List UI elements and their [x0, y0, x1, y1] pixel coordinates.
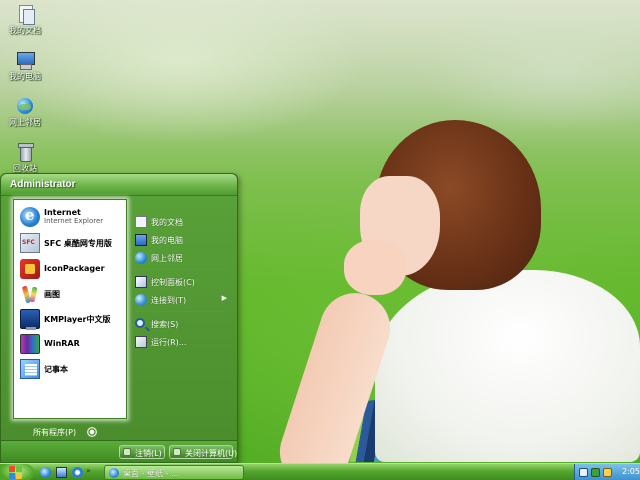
start-menu-footer: 注销(L) 关闭计算机(U): [1, 440, 237, 462]
quicklaunch-media-player-icon[interactable]: [72, 467, 83, 478]
place-run[interactable]: 运行(R)...: [131, 334, 231, 350]
winrar-icon: [20, 334, 40, 354]
user-name: Administrator: [10, 179, 76, 190]
taskbar: » 桌面 - 壁纸 - ... 2:05: [0, 463, 640, 480]
start-button[interactable]: [0, 464, 34, 480]
place-network[interactable]: 网上邻居: [131, 250, 231, 266]
quicklaunch-ie-icon[interactable]: [40, 467, 51, 478]
tray-safety-icon[interactable]: [591, 468, 600, 477]
control-panel-icon: [135, 276, 147, 288]
internet-explorer-icon: [20, 206, 40, 227]
sfc-icon: [20, 233, 40, 253]
all-programs-button[interactable]: 所有程序(P): [31, 425, 111, 439]
windows-logo-icon: [9, 466, 23, 479]
my-computer-icon: [15, 50, 35, 70]
connect-icon: [135, 294, 147, 306]
system-tray: 2:05: [574, 464, 640, 480]
iconpackager-icon: [20, 259, 40, 279]
place-connect-to[interactable]: 连接到(T) ▶: [131, 292, 231, 308]
quicklaunch-chevron-icon[interactable]: »: [86, 466, 91, 475]
desktop-icon-my-computer[interactable]: 我的电脑: [4, 50, 46, 82]
program-iconpackager[interactable]: IconPackager: [18, 258, 126, 280]
recycle-bin-icon: [15, 142, 35, 162]
quicklaunch-show-desktop-icon[interactable]: [56, 467, 67, 478]
desktop-icon-recycle-bin[interactable]: 回收站: [4, 142, 46, 174]
place-my-computer[interactable]: 我的电脑: [131, 232, 231, 248]
window-ie-icon: [109, 468, 119, 478]
menu-separator: [135, 311, 227, 312]
wallpaper-photo: [270, 110, 640, 480]
kmplayer-icon: [20, 309, 40, 330]
place-my-documents[interactable]: 我的文档: [131, 214, 231, 230]
run-icon: [135, 336, 147, 348]
network-places-icon: [15, 96, 35, 116]
network-icon: [135, 252, 147, 264]
wallpaper-blouse: [375, 270, 640, 462]
program-kmplayer[interactable]: KMPlayer中文版: [18, 308, 126, 330]
start-menu-header: Administrator: [1, 174, 237, 196]
computer-icon: [135, 234, 147, 246]
program-paint[interactable]: 画图: [18, 283, 126, 305]
menu-separator: [135, 269, 227, 270]
my-documents-icon: [15, 4, 35, 25]
taskbar-window-button[interactable]: 桌面 - 壁纸 - ...: [104, 465, 244, 480]
shutdown-button[interactable]: 关闭计算机(U): [169, 445, 237, 459]
start-menu: Administrator Internet Internet Explorer…: [0, 173, 238, 463]
place-search[interactable]: 搜索(S): [131, 316, 231, 332]
place-control-panel[interactable]: 控制面板(C): [131, 274, 231, 290]
desktop-icon-my-documents[interactable]: 我的文档: [4, 4, 46, 36]
program-winrar[interactable]: WinRAR: [18, 333, 126, 355]
clock[interactable]: 2:05: [622, 467, 640, 476]
tray-network-icon[interactable]: [579, 468, 588, 477]
power-icon: [173, 448, 181, 456]
search-icon: [135, 318, 145, 328]
desktop-icon-network-places[interactable]: 网上邻居: [4, 96, 46, 128]
wallpaper-hand: [344, 240, 406, 295]
logoff-button[interactable]: 注销(L): [119, 445, 165, 459]
paint-icon: [20, 284, 40, 304]
tray-volume-icon[interactable]: [603, 468, 612, 477]
logoff-icon: [123, 448, 131, 456]
program-internet-explorer[interactable]: Internet Internet Explorer: [18, 206, 126, 228]
notepad-icon: [20, 359, 40, 379]
submenu-arrow-icon: ▶: [221, 294, 227, 302]
all-programs-arrow-icon: [87, 427, 97, 437]
program-notepad[interactable]: 记事本: [18, 358, 126, 380]
pinned-programs-panel: Internet Internet Explorer SFC 桌酷网专用版 Ic…: [13, 199, 127, 419]
documents-icon: [135, 216, 147, 228]
program-sfc[interactable]: SFC 桌酷网专用版: [18, 232, 126, 254]
